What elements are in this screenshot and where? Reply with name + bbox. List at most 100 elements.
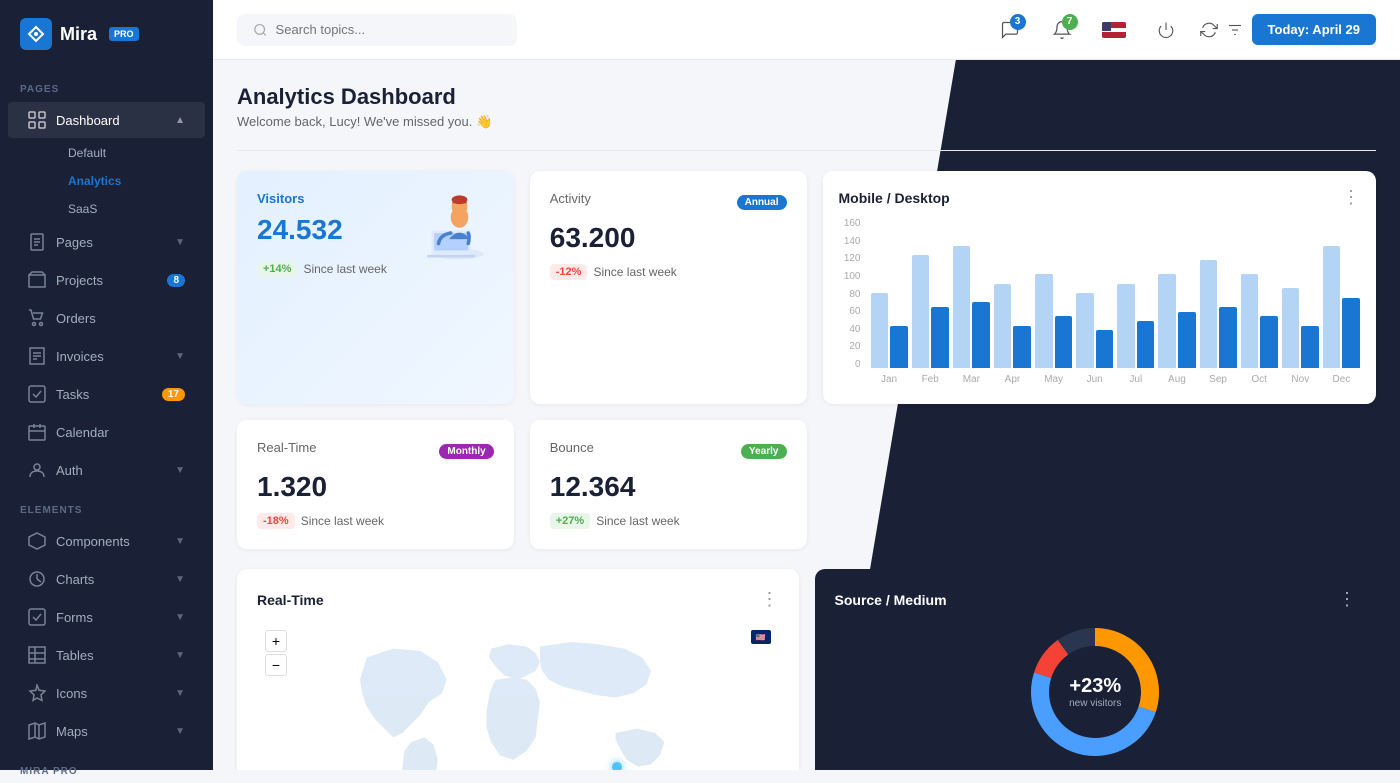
- logo-area: Mira PRO: [0, 0, 213, 68]
- logo-icon: [20, 18, 52, 50]
- section-label-elements: ELEMENTS: [0, 489, 213, 522]
- bar-light: [912, 255, 930, 368]
- realtime-map-title: Real-Time: [257, 592, 324, 608]
- sidebar-item-tasks[interactable]: Tasks 17: [8, 376, 205, 412]
- bar-light: [1158, 274, 1176, 368]
- sidebar-item-maps-label: Maps: [56, 724, 88, 739]
- mobile-desktop-menu[interactable]: ⋮: [1342, 187, 1360, 208]
- power-btn[interactable]: [1148, 12, 1184, 48]
- x-label: Dec: [1323, 374, 1360, 385]
- mobile-desktop-card: Mobile / Desktop ⋮ 160140120100806040200: [823, 171, 1377, 404]
- sidebar-item-default-label: Default: [68, 146, 106, 160]
- pro-badge: PRO: [109, 27, 139, 41]
- main-area: 3 7 Today: April 29: [213, 0, 1400, 770]
- bar-light: [1282, 288, 1300, 368]
- sidebar-item-dashboard[interactable]: Dashboard ▲: [8, 102, 205, 138]
- sidebar-item-projects[interactable]: Projects 8: [8, 262, 205, 298]
- sidebar-item-analytics[interactable]: Analytics: [56, 167, 205, 195]
- bounce-change: +27%: [550, 513, 590, 529]
- spacer: [823, 420, 1377, 549]
- search-input[interactable]: [276, 22, 501, 37]
- sidebar-item-components[interactable]: Components ▼: [8, 523, 205, 559]
- bar-group: [871, 293, 908, 368]
- sidebar-item-charts[interactable]: Charts ▼: [8, 561, 205, 597]
- visitor-illustration: [404, 191, 494, 261]
- bounce-footer: +27% Since last week: [550, 513, 787, 529]
- source-medium-menu[interactable]: ⋮: [1338, 589, 1356, 610]
- search-box[interactable]: [237, 14, 517, 46]
- visitors-label: Visitors: [257, 191, 343, 206]
- mobile-desktop-title: Mobile / Desktop: [839, 190, 950, 206]
- notifications-bell-btn[interactable]: 7: [1044, 12, 1080, 48]
- bounce-badge: Yearly: [741, 444, 786, 459]
- bar-light: [1076, 293, 1094, 368]
- bar-group: [1282, 288, 1319, 368]
- sidebar-item-calendar[interactable]: Calendar: [8, 414, 205, 450]
- bar-group: [1076, 293, 1113, 368]
- bounce-label: Bounce: [550, 440, 594, 455]
- sidebar-item-maps[interactable]: Maps ▼: [8, 713, 205, 749]
- sidebar: Mira PRO PAGES Dashboard ▲ Default Analy…: [0, 0, 213, 770]
- sidebar-item-icons[interactable]: Icons ▼: [8, 675, 205, 711]
- bar-light: [1117, 284, 1135, 368]
- bar-group: [994, 284, 1031, 368]
- donut-wrapper: +23% new visitors: [1025, 622, 1165, 762]
- today-button[interactable]: Today: April 29: [1252, 14, 1376, 45]
- bar-group: [1200, 260, 1237, 368]
- activity-card: Activity Annual 63.200 -12% Since last w…: [530, 171, 807, 404]
- bar-light: [1323, 246, 1341, 368]
- realtime-footer: -18% Since last week: [257, 513, 494, 529]
- topbar-right: 3 7 Today: April 29: [992, 12, 1376, 48]
- sidebar-item-default[interactable]: Default: [56, 139, 205, 167]
- visitors-footer: +14% Since last week: [257, 261, 494, 277]
- map-zoom-out[interactable]: −: [265, 654, 287, 676]
- x-label: Aug: [1158, 374, 1195, 385]
- bar-dark: [1178, 312, 1196, 368]
- activity-period: Since last week: [593, 265, 676, 279]
- x-label: Oct: [1241, 374, 1278, 385]
- chevron-down-icon: ▼: [175, 237, 185, 248]
- x-label: Mar: [953, 374, 990, 385]
- realtime-period: Since last week: [301, 514, 384, 528]
- sidebar-item-tables[interactable]: Tables ▼: [8, 637, 205, 673]
- donut-percentage: +23%: [1069, 675, 1121, 698]
- bar-light: [953, 246, 971, 368]
- donut-chart-area: +23% new visitors: [835, 622, 1357, 762]
- visitors-period: Since last week: [303, 262, 386, 276]
- bar-dark: [1301, 326, 1319, 368]
- projects-badge: 8: [167, 274, 185, 287]
- realtime-card: Real-Time Monthly 1.320 -18% Since last …: [237, 420, 514, 549]
- refresh-icon[interactable]: [1200, 21, 1218, 39]
- bounce-period: Since last week: [596, 514, 679, 528]
- realtime-label: Real-Time: [257, 440, 316, 455]
- bar-light: [1241, 274, 1259, 368]
- activity-footer: -12% Since last week: [550, 264, 787, 280]
- sidebar-item-auth[interactable]: Auth ▼: [8, 452, 205, 488]
- sidebar-item-charts-label: Charts: [56, 572, 94, 587]
- bar-group: [1241, 274, 1278, 368]
- sidebar-item-forms[interactable]: Forms ▼: [8, 599, 205, 635]
- map-marker: [612, 762, 622, 770]
- sidebar-item-saas[interactable]: SaaS: [56, 195, 205, 223]
- sidebar-item-invoices[interactable]: Invoices ▼: [8, 338, 205, 374]
- realtime-map-menu[interactable]: ⋮: [761, 589, 779, 610]
- activity-value: 63.200: [550, 222, 787, 254]
- sidebar-item-invoices-label: Invoices: [56, 349, 104, 364]
- bar-group: [1035, 274, 1072, 368]
- filter-icon[interactable]: [1226, 21, 1244, 39]
- map-zoom-in[interactable]: +: [265, 630, 287, 652]
- bar-group: [1323, 246, 1360, 368]
- bottom-row: Real-Time ⋮: [237, 569, 1376, 770]
- sidebar-item-pages[interactable]: Pages ▼: [8, 224, 205, 260]
- flag-btn[interactable]: [1096, 12, 1132, 48]
- x-label: Jul: [1117, 374, 1154, 385]
- notifications-chat-btn[interactable]: 3: [992, 12, 1028, 48]
- bar-dark: [1342, 298, 1360, 368]
- page-content: Analytics Dashboard Welcome back, Lucy! …: [213, 60, 1400, 770]
- bar-group: [912, 255, 949, 368]
- sidebar-sub-dashboard: Default Analytics SaaS: [0, 139, 213, 223]
- bar-group: [953, 246, 990, 368]
- realtime-value: 1.320: [257, 471, 494, 503]
- sidebar-item-orders[interactable]: Orders: [8, 300, 205, 336]
- chevron-down-icon-8: ▼: [175, 688, 185, 699]
